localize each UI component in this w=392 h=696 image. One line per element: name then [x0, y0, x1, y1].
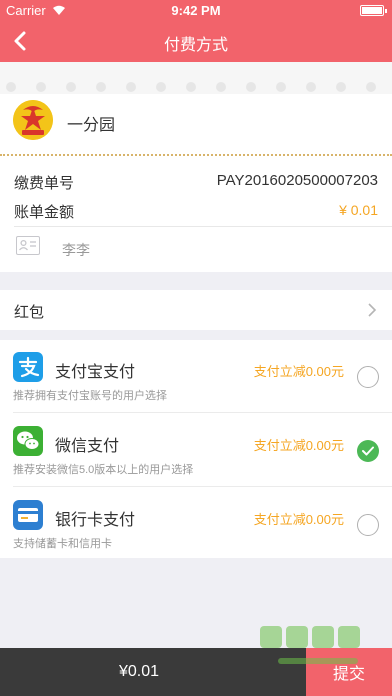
payer-name: 李李	[62, 242, 90, 258]
amount-label: 账单金额	[14, 204, 75, 221]
payment-option-bank-card[interactable]: 银行卡支付 支持储蓄卡和信用卡 支付立减0.00元	[0, 488, 392, 560]
submit-button[interactable]: 提交	[306, 648, 392, 696]
checkmark-icon	[362, 446, 374, 456]
ticket-perforation	[0, 62, 392, 94]
payment-discount: 支付立减0.00元	[253, 512, 344, 527]
id-card-icon	[16, 236, 40, 255]
payment-name: 支付宝支付	[55, 364, 136, 381]
divider	[13, 412, 392, 413]
chevron-right-icon	[368, 303, 377, 317]
payment-option-wechat[interactable]: 微信支付 推荐安装微信5.0版本以上的用户选择 支付立减0.00元	[0, 414, 392, 486]
total-amount: ¥0.01	[118, 663, 160, 680]
radio-button[interactable]	[357, 366, 379, 388]
payment-methods-list: 支付宝支付 推荐拥有支付宝账号的用户选择 支付立减0.00元 微信支付 推荐安装…	[0, 340, 392, 558]
dotted-divider	[0, 154, 392, 156]
radio-button[interactable]	[357, 514, 379, 536]
navigation-bar: 付费方式	[0, 20, 392, 62]
payment-description: 推荐拥有支付宝账号的用户选择	[13, 390, 167, 402]
bill-card: 一分园 缴费单号 PAY2016020500007203 账单金额 ¥ 0.01…	[0, 94, 392, 272]
red-packet-label: 红包	[14, 304, 45, 321]
alipay-icon	[13, 352, 43, 382]
payment-discount: 支付立减0.00元	[253, 438, 344, 453]
clock: 9:42 PM	[171, 3, 221, 18]
payment-description: 支持储蓄卡和信用卡	[13, 538, 112, 550]
red-packet-row[interactable]: 红包	[0, 290, 392, 330]
amount-value: ¥ 0.01	[339, 202, 378, 218]
wechat-icon	[13, 426, 43, 456]
total-box: ¥0.01	[0, 648, 306, 696]
payment-option-alipay[interactable]: 支付宝支付 推荐拥有支付宝账号的用户选择 支付立减0.00元	[0, 340, 392, 412]
bank-card-icon	[13, 500, 43, 530]
divider	[13, 486, 392, 487]
payment-discount: 支付立减0.00元	[253, 364, 344, 379]
status-bar: Carrier 9:42 PM	[0, 0, 392, 20]
radio-button-checked[interactable]	[357, 440, 379, 462]
school-logo	[13, 100, 53, 140]
payment-description: 推荐安装微信5.0版本以上的用户选择	[13, 464, 194, 476]
payment-name: 银行卡支付	[55, 512, 136, 529]
school-name: 一分园	[67, 117, 116, 134]
order-number-label: 缴费单号	[14, 175, 75, 192]
battery-icon	[360, 5, 387, 16]
divider	[14, 226, 392, 227]
payment-name: 微信支付	[55, 438, 120, 455]
checkout-bar: ¥0.01 提交	[0, 648, 392, 696]
order-number-value: PAY2016020500007203	[216, 172, 378, 189]
page-title: 付费方式	[163, 37, 228, 54]
